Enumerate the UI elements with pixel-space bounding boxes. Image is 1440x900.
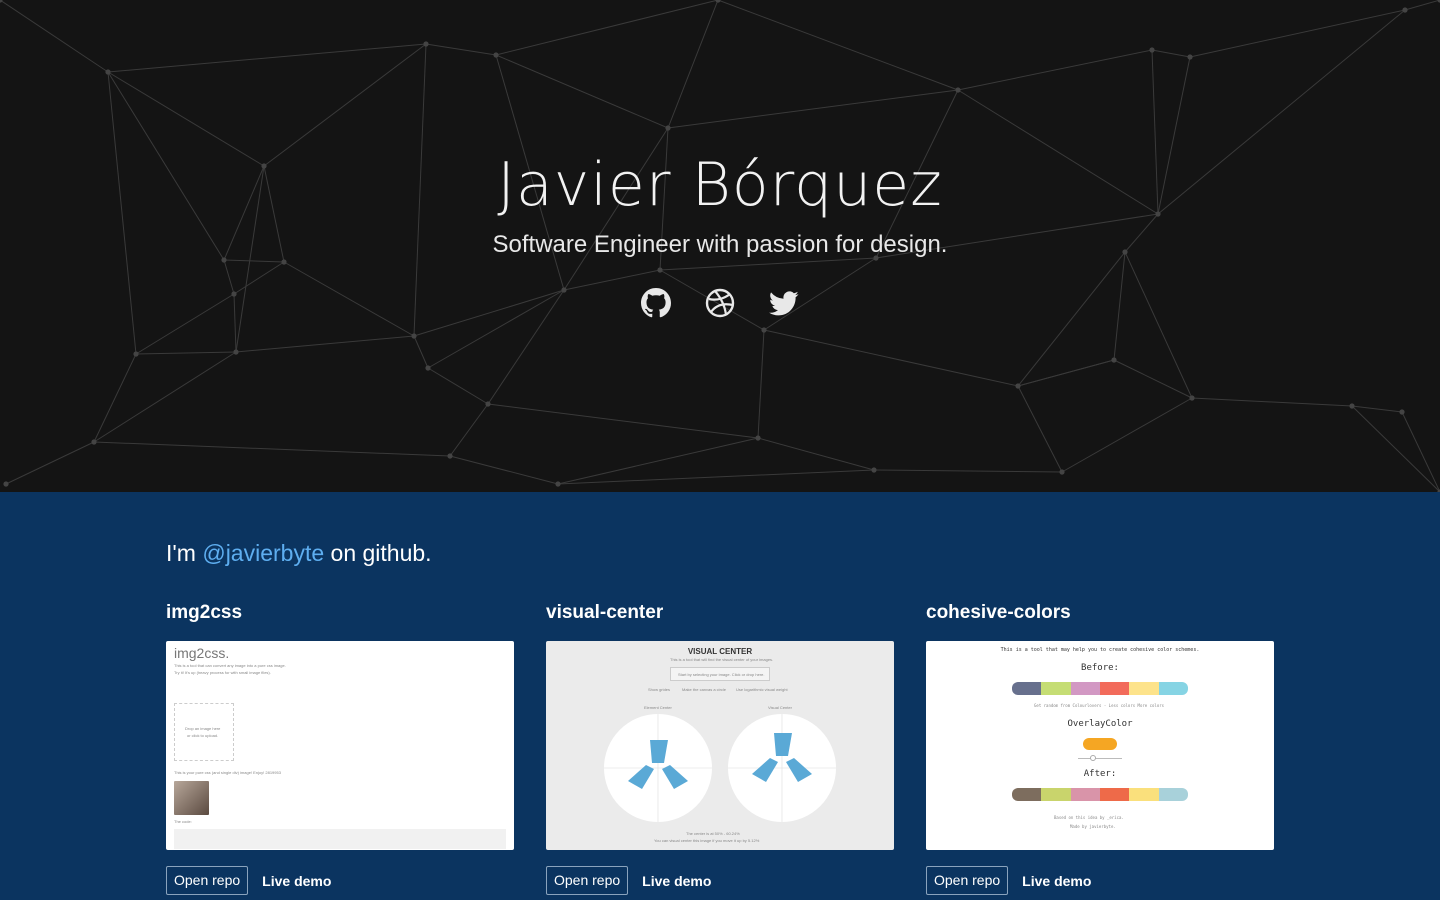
thumb-avatar xyxy=(174,781,209,815)
thumb-text: Make the canvas a circle xyxy=(682,687,727,692)
github-icon xyxy=(641,288,671,318)
open-repo-button[interactable]: Open repo xyxy=(546,866,629,895)
github-intro: I'm @javierbyte on github. xyxy=(166,538,432,568)
intro-prefix: I'm xyxy=(166,540,203,566)
project-card-visual-center: visual-center VISUAL CENTER This is a to… xyxy=(546,600,894,895)
overlay-slider-knob xyxy=(1090,755,1096,761)
dribbble-link[interactable] xyxy=(705,288,735,318)
thumb-title: VISUAL CENTER xyxy=(687,647,753,656)
before-palette xyxy=(1012,682,1188,695)
after-palette xyxy=(1012,788,1188,801)
twitter-icon xyxy=(769,291,799,316)
thumb-text: Get random from Colourlovers - Less colo… xyxy=(1034,703,1165,708)
project-actions: Open repo Live demo xyxy=(926,866,1274,895)
hero-content: Javier Bórquez Software Engineer with pa… xyxy=(0,150,1440,318)
thumb-text: The center is at 50% - 60.24% xyxy=(686,831,740,836)
project-title: visual-center xyxy=(546,602,664,623)
thumb-text: Use logarithmic visual weight xyxy=(736,687,788,692)
open-repo-button[interactable]: Open repo xyxy=(166,866,249,895)
thumb-after-label: After: xyxy=(1083,769,1117,779)
thumb-text: This is a tool that can convert any imag… xyxy=(174,663,286,668)
thumb-text: The code: xyxy=(174,819,192,824)
palette-swatch xyxy=(1070,682,1100,695)
palette-swatch xyxy=(1158,788,1188,801)
palette-swatch xyxy=(1129,788,1159,801)
thumb-text: Show grides xyxy=(648,687,671,692)
project-screenshot[interactable]: This is a tool that may help you to crea… xyxy=(926,641,1274,850)
github-handle-link[interactable]: @javierbyte xyxy=(202,540,324,566)
intro-suffix: on github. xyxy=(324,540,432,566)
palette-swatch xyxy=(1012,788,1042,801)
visual-center-circle xyxy=(728,714,836,822)
thumb-before-label: Before: xyxy=(1081,663,1119,673)
palette-swatch xyxy=(1158,682,1188,695)
element-center-circle xyxy=(604,714,712,822)
palette-swatch xyxy=(1099,682,1130,695)
live-demo-link[interactable]: Live demo xyxy=(1022,873,1091,889)
hero-subtitle: Software Engineer with passion for desig… xyxy=(492,231,948,258)
palette-swatch xyxy=(1041,682,1071,695)
thumb-overlay-label: OverlayColor xyxy=(1067,719,1133,729)
palette-swatch xyxy=(1070,788,1100,801)
live-demo-link[interactable]: Live demo xyxy=(642,873,711,889)
thumb-title: This is a tool that may help you to crea… xyxy=(1000,647,1200,653)
thumb-select-box: Start by selecting your image. Click or … xyxy=(670,667,770,681)
hero-header: Javier Bórquez Software Engineer with pa… xyxy=(0,0,1440,492)
palette-swatch xyxy=(1099,788,1130,801)
overlay-slider xyxy=(1078,758,1122,759)
project-card-img2css: img2css img2css. This is a tool that can… xyxy=(166,600,514,895)
project-screenshot[interactable]: VISUAL CENTER This is a tool that will f… xyxy=(546,641,894,850)
project-title: img2css xyxy=(166,602,243,623)
thumb-text: Based on this idea by _erica. xyxy=(1054,815,1124,820)
palette-swatch xyxy=(1012,682,1042,695)
open-repo-button[interactable]: Open repo xyxy=(926,866,1009,895)
thumb-title: img2css. xyxy=(174,645,230,661)
dribbble-icon xyxy=(705,288,735,318)
palette-swatch xyxy=(1041,788,1071,801)
thumb-dropzone: Drop an image here or click to upload. xyxy=(174,703,234,761)
thumb-text: This is your pure css (and single div) i… xyxy=(174,770,281,775)
thumb-text: Made by javierbyte. xyxy=(1070,824,1116,829)
thumb-text: This is a tool that will find the visual… xyxy=(670,657,774,662)
live-demo-link[interactable]: Live demo xyxy=(262,873,331,889)
thumb-circles xyxy=(604,714,836,822)
thumb-codebox xyxy=(174,829,506,849)
hero-title: Javier Bórquez xyxy=(497,150,943,220)
thumb-text: Drop an image here xyxy=(185,726,221,731)
palette-swatch xyxy=(1129,682,1159,695)
project-screenshot[interactable]: img2css. This is a tool that can convert… xyxy=(166,641,514,850)
thumb-text: or click to upload. xyxy=(187,733,219,738)
project-actions: Open repo Live demo xyxy=(166,866,514,895)
thumb-text: Start by selecting your image. Click or … xyxy=(678,672,765,677)
thumb-text: You can visual center this image if you … xyxy=(654,838,760,843)
thumb-text: Try it! It's up (heavy process for with … xyxy=(174,670,271,675)
overlay-color-swatch xyxy=(1083,738,1117,750)
project-title: cohesive-colors xyxy=(926,602,1071,623)
github-link[interactable] xyxy=(641,288,671,318)
twitter-link[interactable] xyxy=(769,288,799,318)
project-card-cohesive-colors: cohesive-colors This is a tool that may … xyxy=(926,600,1274,895)
project-actions: Open repo Live demo xyxy=(546,866,894,895)
social-links xyxy=(0,288,1440,318)
projects-section: I'm @javierbyte on github. img2css img2c… xyxy=(0,492,1440,900)
